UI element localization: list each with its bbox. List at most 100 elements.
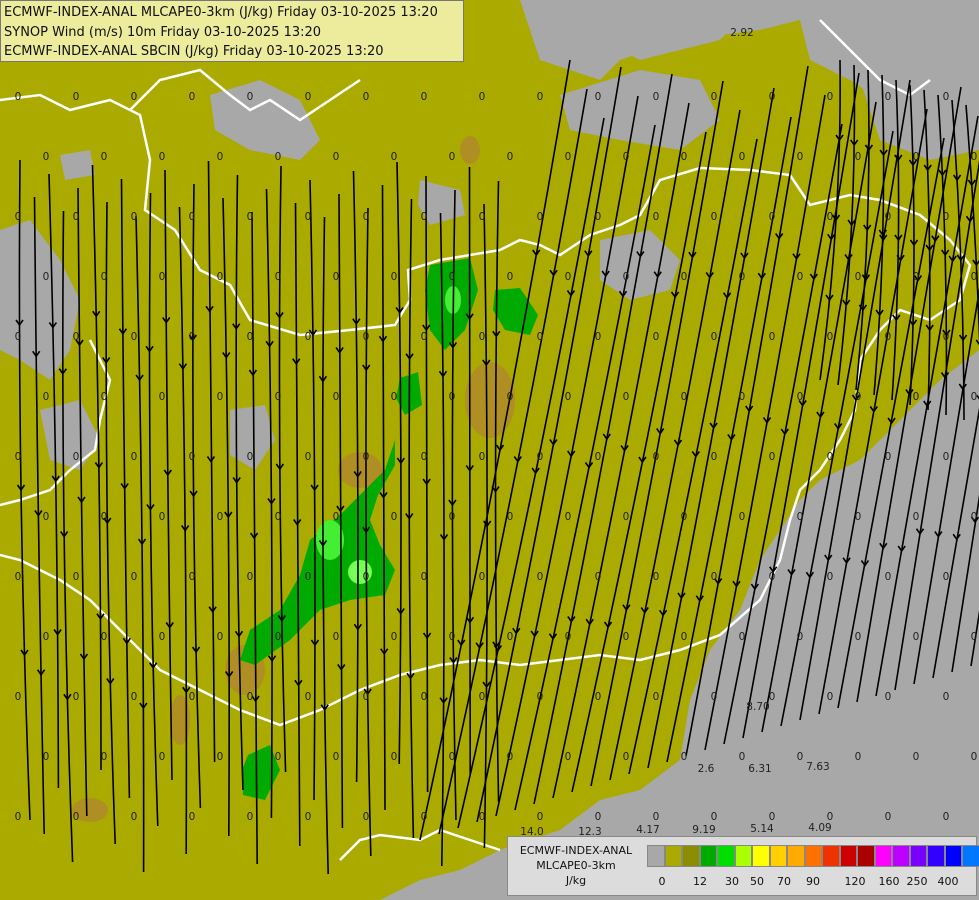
value-label: 0	[913, 391, 920, 403]
value-label: 0	[421, 451, 428, 463]
value-label: 0	[479, 451, 486, 463]
value-label: 0	[565, 151, 572, 163]
value-label: 0	[855, 751, 862, 763]
value-label: 0	[247, 571, 254, 583]
color-legend: ECMWF-INDEX-ANAL MLCAPE0-3km J/kg 0 12 30 5…	[507, 836, 979, 896]
legend-swatch	[769, 845, 787, 867]
value-label: 0	[217, 631, 224, 643]
value-label: 0	[971, 751, 978, 763]
value-label: 0	[479, 811, 486, 823]
value-label: 0	[943, 811, 950, 823]
value-label: 0	[421, 91, 428, 103]
value-label: 0	[769, 91, 776, 103]
value-label: 0	[363, 811, 370, 823]
value-label: 0	[855, 391, 862, 403]
cin-area	[460, 136, 480, 164]
value-label: 0	[217, 751, 224, 763]
value-label: 0	[421, 691, 428, 703]
value-label: 0	[943, 451, 950, 463]
legend-swatches	[647, 845, 979, 867]
value-label: 0	[275, 511, 282, 523]
legend-swatch	[664, 845, 682, 867]
value-label: 0	[681, 391, 688, 403]
value-label: 0	[391, 631, 398, 643]
value-label: 0	[159, 751, 166, 763]
value-label: 0	[421, 811, 428, 823]
value-label: 0	[275, 631, 282, 643]
legend-tick: 12	[693, 875, 707, 888]
value-label: 0	[885, 811, 892, 823]
value-label: 0	[855, 511, 862, 523]
no-cape-mid2	[60, 150, 95, 180]
legend-swatch	[787, 845, 805, 867]
value-label: 0	[943, 691, 950, 703]
value-label: 0	[363, 211, 370, 223]
value-label: 0	[885, 691, 892, 703]
value-label: 0	[159, 511, 166, 523]
value-label: 0	[827, 91, 834, 103]
value-label: 0	[943, 91, 950, 103]
legend-tick: 250	[906, 875, 928, 888]
value-label: 2.92	[730, 27, 753, 39]
value-label: 0	[479, 571, 486, 583]
value-label: 0	[15, 211, 22, 223]
value-label: 0	[73, 91, 80, 103]
value-label: 0	[885, 331, 892, 343]
value-label: 0	[73, 211, 80, 223]
legend-swatch	[962, 845, 979, 867]
value-label: 0	[769, 211, 776, 223]
value-label: 0	[913, 751, 920, 763]
value-label: 0	[507, 751, 514, 763]
value-label: 0	[507, 511, 514, 523]
legend-title: ECMWF-INDEX-ANAL MLCAPE0-3km J/kg	[510, 843, 642, 888]
value-label: 4.09	[808, 822, 831, 834]
value-label: 0	[73, 571, 80, 583]
legend-tick: 160	[878, 875, 900, 888]
value-label: 0	[217, 391, 224, 403]
value-label: 0	[43, 271, 50, 283]
value-label: 0	[855, 631, 862, 643]
value-label: 0	[711, 691, 718, 703]
value-label: 0	[131, 331, 138, 343]
value-label: 0	[537, 691, 544, 703]
value-label: 0	[623, 391, 630, 403]
legend-tick: 120	[844, 875, 866, 888]
value-label: 0	[739, 391, 746, 403]
value-label: 0	[421, 331, 428, 343]
value-label: 0	[391, 391, 398, 403]
value-label: 0	[363, 331, 370, 343]
value-label: 8.70	[746, 701, 769, 713]
layer-title-wind: SYNOP Wind (m/s) 10m Friday 03-10-2025 1…	[4, 24, 322, 40]
value-label: 0	[363, 691, 370, 703]
value-label: 0	[131, 571, 138, 583]
value-label: 0	[623, 631, 630, 643]
value-label: 4.17	[636, 824, 659, 836]
value-label: 0	[653, 91, 660, 103]
value-label: 0	[565, 511, 572, 523]
value-label: 0	[971, 271, 978, 283]
value-label: 0	[537, 451, 544, 463]
map-canvas[interactable]: 0 0 0 0 0 0 0 0 0 0 0 0 0 0 0 0 0 0 0 0 0 0 0 0 0 0 0 0 0 0 0 0 0 0 0 0 0 0 0 0…	[0, 0, 979, 900]
value-label: 7.63	[806, 761, 829, 773]
value-label: 0	[595, 331, 602, 343]
value-label: 0	[971, 391, 978, 403]
value-label: 0	[971, 631, 978, 643]
value-label: 0	[333, 391, 340, 403]
value-label: 0	[769, 451, 776, 463]
value-label: 0	[769, 331, 776, 343]
value-label: 0	[711, 571, 718, 583]
value-label: 0	[363, 451, 370, 463]
value-label: 0	[15, 691, 22, 703]
value-label: 0	[565, 751, 572, 763]
value-label: 0	[797, 391, 804, 403]
value-label: 0	[827, 451, 834, 463]
value-label: 0	[769, 811, 776, 823]
value-label: 0	[15, 811, 22, 823]
value-label: 0	[711, 91, 718, 103]
value-label: 0	[711, 451, 718, 463]
value-label: 0	[333, 151, 340, 163]
value-label: 0	[653, 571, 660, 583]
value-label: 0	[623, 751, 630, 763]
value-label: 0	[15, 331, 22, 343]
legend-swatch	[944, 845, 962, 867]
